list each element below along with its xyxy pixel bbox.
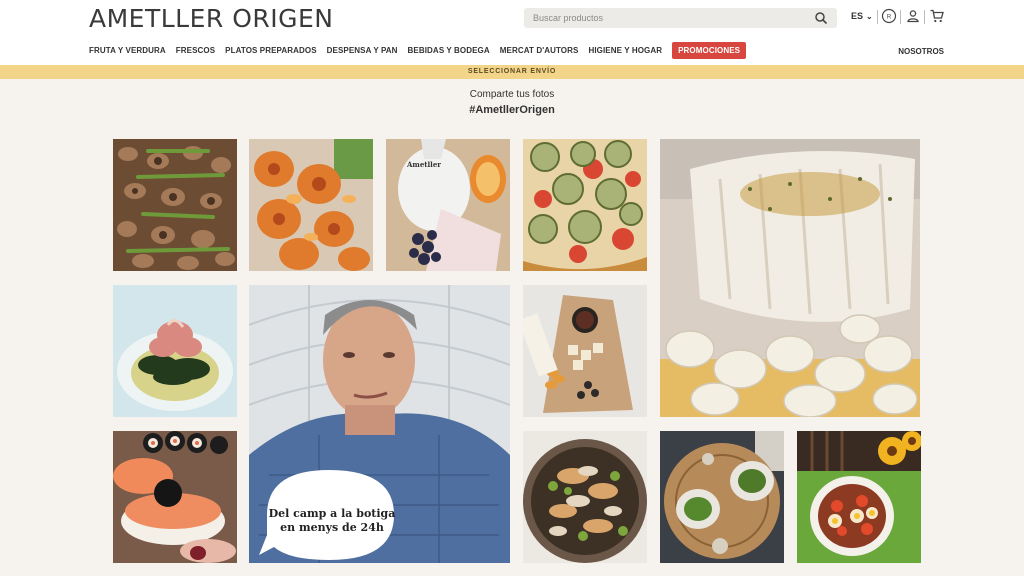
divider: [924, 10, 925, 24]
language-selector[interactable]: ES ⌄: [851, 11, 873, 21]
photo-cod-with-beans[interactable]: [660, 139, 920, 417]
photo-cheese-board[interactable]: [523, 285, 647, 417]
video-farm-to-store[interactable]: Del camp a la botiga en menys de 24h: [249, 285, 510, 563]
cart-icon[interactable]: [929, 8, 945, 24]
photo-sushi[interactable]: [113, 431, 237, 563]
user-icon[interactable]: [905, 8, 921, 24]
nav-item-frescos[interactable]: FRESCOS: [176, 46, 215, 55]
photo-jamon-spinach[interactable]: [113, 285, 237, 417]
gallery-hashtag[interactable]: #AmetllerOrigen: [0, 104, 1024, 116]
nav-item-higiene-hogar[interactable]: HIGIENE Y HOGAR: [588, 46, 662, 55]
photo-vegetable-pizza[interactable]: [523, 139, 647, 271]
video-caption: Del camp a la botiga en menys de 24h: [267, 507, 397, 535]
photo-salad-bowl[interactable]: [523, 431, 647, 563]
shipping-selector-bar[interactable]: SELECCIONAR ENVÍO: [0, 65, 1024, 79]
photo-ametller-bag[interactable]: Ametller: [386, 139, 510, 271]
gallery-intro: Comparte tus fotos: [469, 89, 555, 100]
nav-item-fruta-verdura[interactable]: FRUTA Y VERDURA: [89, 46, 166, 55]
photo-stuffed-pasta[interactable]: [249, 139, 373, 271]
nav-item-despensa-pan[interactable]: DESPENSA Y PAN: [327, 46, 398, 55]
search-bar[interactable]: [524, 8, 837, 28]
search-icon[interactable]: [814, 11, 828, 25]
nav-item-nosotros[interactable]: NOSOTROS: [898, 47, 944, 56]
photo-wooden-plate-salad[interactable]: [660, 431, 784, 563]
nav-item-platos-preparados[interactable]: PLATOS PREPARADOS: [225, 46, 317, 55]
nav-item-promociones[interactable]: PROMOCIONES: [672, 41, 747, 59]
nav-item-mercat-autors[interactable]: MERCAT D'AUTORS: [500, 46, 579, 55]
site-logo[interactable]: AMETLLER ORIGEN: [89, 4, 334, 33]
loyalty-card-icon[interactable]: R: [881, 8, 897, 24]
bag-brand-label: Ametller: [407, 160, 441, 169]
svg-text:R: R: [887, 15, 892, 21]
video-caption-line1: Del camp a la botiga: [268, 507, 396, 520]
divider: [877, 10, 878, 24]
photo-asparagus-mushrooms[interactable]: [113, 139, 237, 271]
search-input[interactable]: [524, 8, 804, 28]
photo-sunflowers-salad[interactable]: [797, 431, 921, 563]
video-caption-line2: en menys de 24h: [280, 521, 384, 534]
language-label: ES: [851, 11, 864, 21]
chevron-down-icon: ⌄: [866, 12, 873, 21]
divider: [900, 10, 901, 24]
nav-item-bebidas-bodega[interactable]: BEBIDAS Y BODEGA: [408, 46, 490, 55]
site-header: AMETLLER ORIGEN ES⌄ R FRUTA Y VERDURA FR…: [0, 0, 1024, 65]
main-nav: FRUTA Y VERDURA FRESCOS PLATOS PREPARADO…: [89, 41, 756, 59]
